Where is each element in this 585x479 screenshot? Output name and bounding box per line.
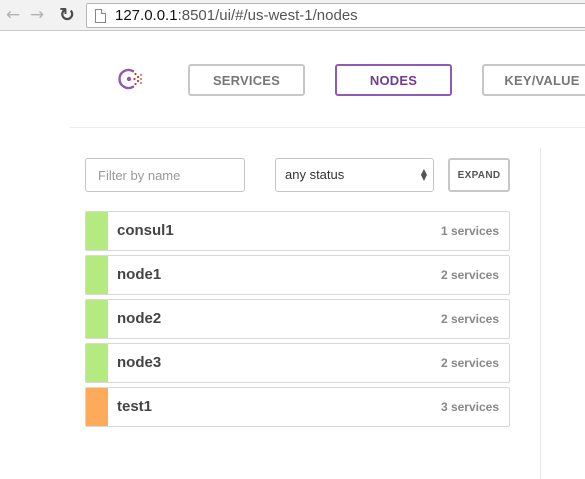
header-divider xyxy=(70,127,585,128)
select-arrows-icon: ▲ ▼ xyxy=(420,167,427,182)
address-bar[interactable]: 127.0.0.1:8501/ui/#/us-west-1/nodes xyxy=(86,3,585,28)
node-name: node1 xyxy=(117,266,162,283)
back-arrow-icon[interactable]: ← xyxy=(2,4,24,26)
node-services-count: 2 services xyxy=(440,268,499,282)
node-services-count: 1 services xyxy=(440,224,499,238)
node-row[interactable]: node3 2 services xyxy=(85,343,510,383)
node-services-count: 2 services xyxy=(440,312,499,326)
consul-logo-icon[interactable] xyxy=(115,64,145,94)
tab-nodes[interactable]: NODES xyxy=(335,64,452,96)
status-indicator xyxy=(86,388,108,426)
tab-services[interactable]: SERVICES xyxy=(188,64,305,96)
filter-by-name-input[interactable] xyxy=(85,158,245,192)
column-divider xyxy=(540,148,541,479)
node-name: node2 xyxy=(117,310,162,327)
expand-button[interactable]: EXPAND xyxy=(448,158,510,192)
status-indicator xyxy=(86,256,108,294)
page-icon xyxy=(95,9,106,23)
status-indicator xyxy=(86,300,108,338)
forward-arrow-icon[interactable]: → xyxy=(26,4,48,26)
node-name: node3 xyxy=(117,354,162,371)
node-row[interactable]: test1 3 services xyxy=(85,387,510,427)
node-row[interactable]: node2 2 services xyxy=(85,299,510,339)
status-select[interactable]: any status ▲ ▼ xyxy=(275,158,434,192)
reload-icon[interactable]: ↻ xyxy=(56,4,78,26)
status-select-value: any status xyxy=(285,167,345,182)
browser-toolbar: ← → ↻ 127.0.0.1:8501/ui/#/us-west-1/node… xyxy=(0,0,585,31)
node-services-count: 3 services xyxy=(440,400,499,414)
url-host: 127.0.0.1 xyxy=(115,7,178,24)
node-name: consul1 xyxy=(117,222,174,239)
tab-key-value[interactable]: KEY/VALUE xyxy=(482,64,585,96)
node-row[interactable]: consul1 1 services xyxy=(85,211,510,251)
status-indicator xyxy=(86,212,108,250)
node-services-count: 2 services xyxy=(440,356,499,370)
url-text: 127.0.0.1:8501/ui/#/us-west-1/nodes xyxy=(115,4,358,27)
node-row[interactable]: node1 2 services xyxy=(85,255,510,295)
url-path: :8501/ui/#/us-west-1/nodes xyxy=(177,7,358,24)
status-indicator xyxy=(86,344,108,382)
node-name: test1 xyxy=(117,398,153,415)
